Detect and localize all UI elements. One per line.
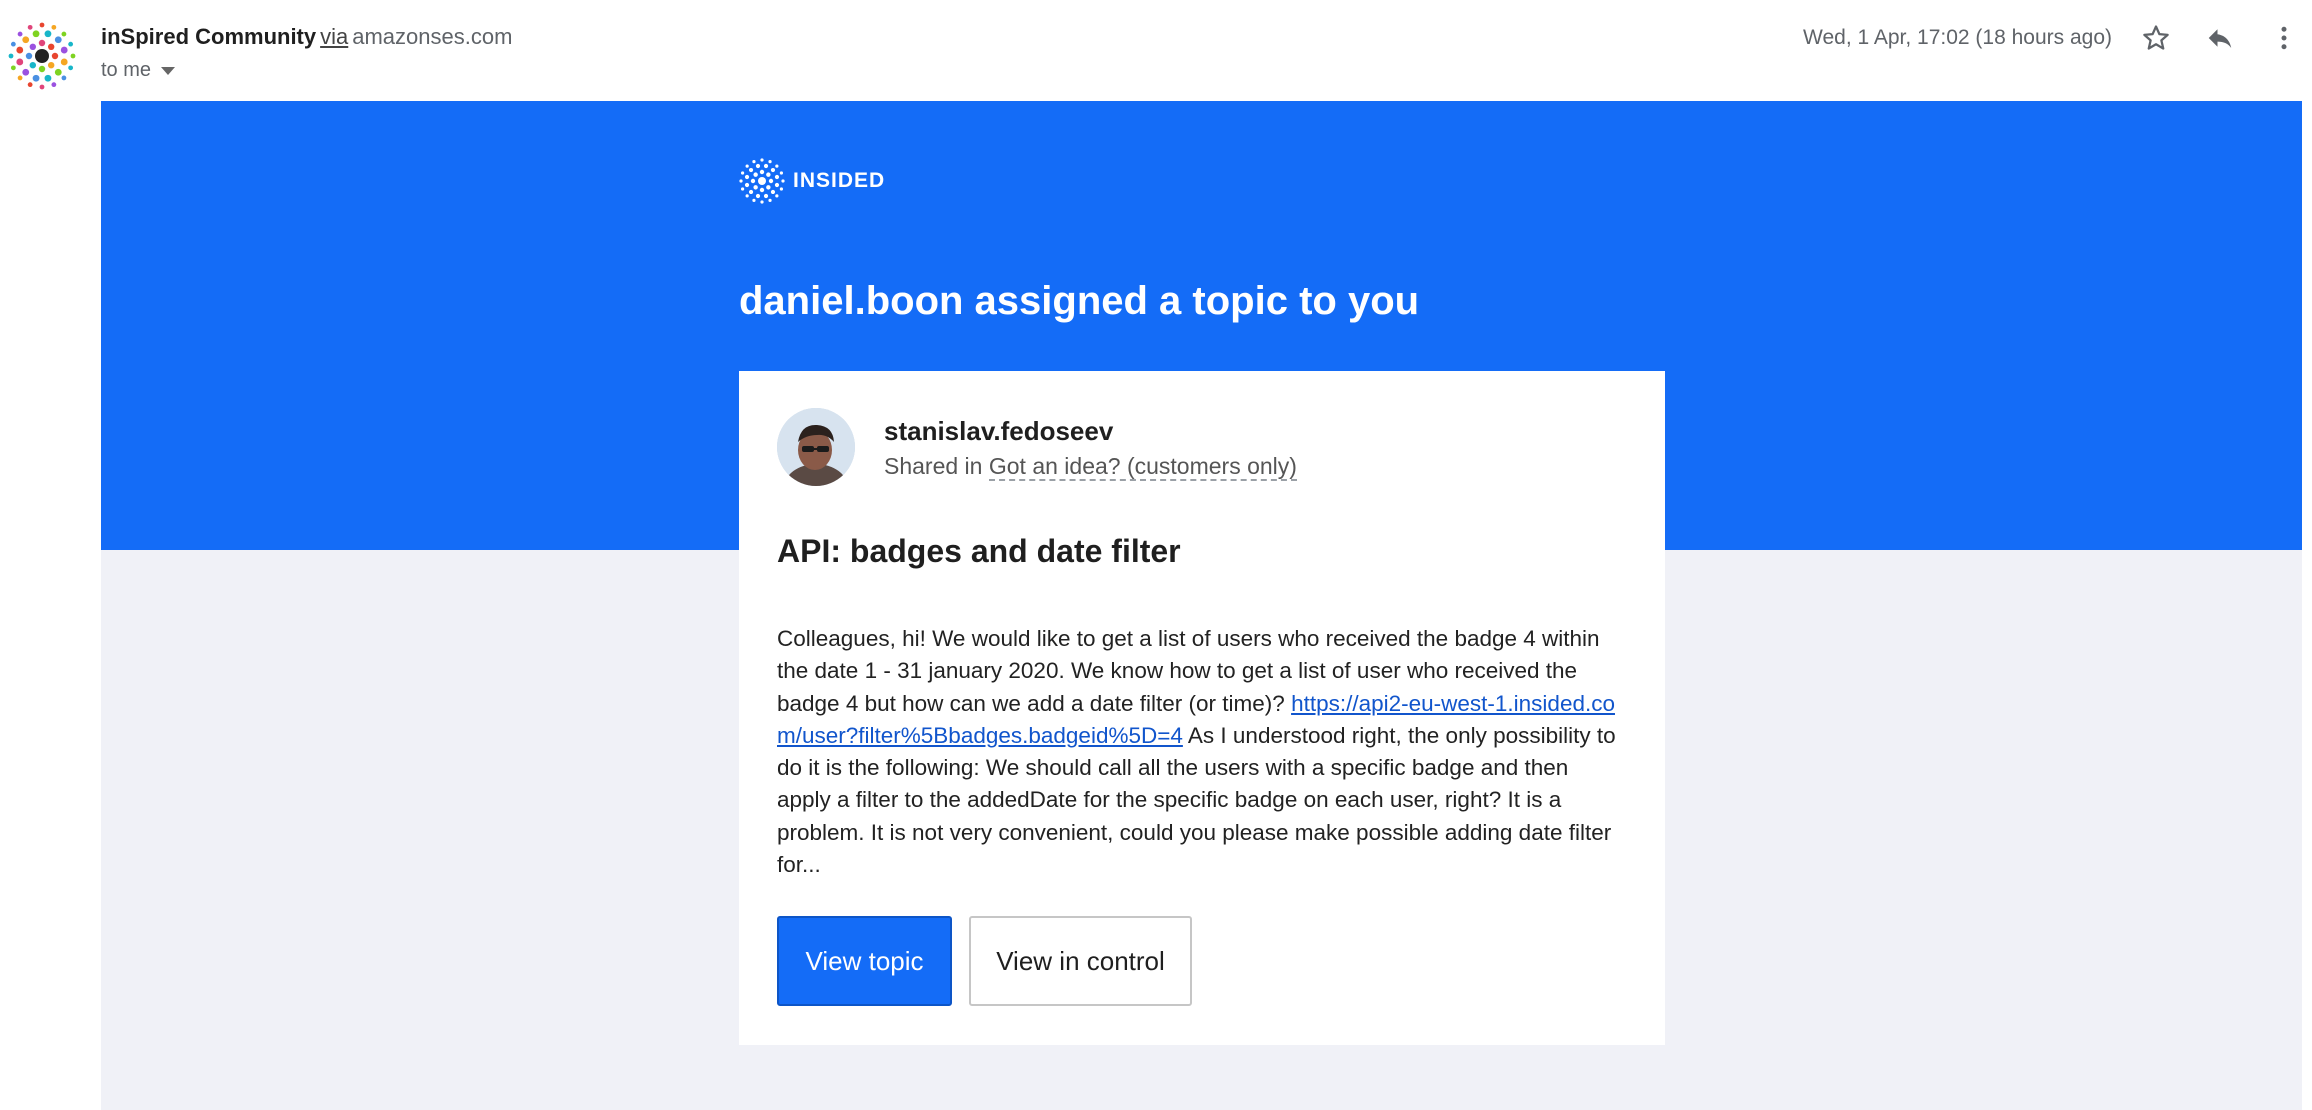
author-avatar: [777, 408, 855, 486]
category-link[interactable]: Got an idea? (customers only): [988, 453, 1297, 481]
topic-card: stanislav.fedoseev Shared in Got an idea…: [739, 371, 1665, 1045]
topic-title[interactable]: API: badges and date filter: [777, 531, 1181, 571]
topic-excerpt: Colleagues, hi! We would like to get a l…: [777, 623, 1627, 881]
email-headline: daniel.boon assigned a topic to you: [739, 279, 1420, 323]
recipient-details-toggle[interactable]: to me: [101, 57, 176, 83]
via-label[interactable]: via: [320, 24, 348, 49]
chevron-down-icon: [161, 67, 176, 75]
sender-line: inSpired Community via amazonses.com: [101, 23, 512, 51]
reply-icon[interactable]: [2200, 18, 2240, 58]
email-view: inSpired Community via amazonses.com to me…: [0, 0, 2312, 1110]
email-body: INSIDED daniel.boon assigned a topic to …: [101, 101, 2302, 1110]
sender-name: inSpired Community: [101, 24, 317, 49]
brand-logo: INSIDED: [739, 158, 885, 204]
shared-in-line: Shared in Got an idea? (customers only): [884, 451, 1297, 481]
view-in-control-button[interactable]: View in control: [969, 916, 1192, 1006]
sender-avatar: [8, 22, 76, 90]
insided-logo-icon: [739, 158, 785, 204]
star-icon[interactable]: [2136, 18, 2176, 58]
email-date: Wed, 1 Apr, 17:02 (18 hours ago): [1803, 26, 2112, 49]
to-label: to me: [101, 59, 152, 81]
view-topic-button[interactable]: View topic: [777, 916, 952, 1006]
brand-text: INSIDED: [793, 169, 886, 192]
shared-prefix: Shared in: [884, 453, 983, 479]
author-name[interactable]: stanislav.fedoseev: [884, 415, 1113, 447]
more-vert-icon[interactable]: [2264, 18, 2304, 58]
via-domain: amazonses.com: [352, 24, 513, 49]
